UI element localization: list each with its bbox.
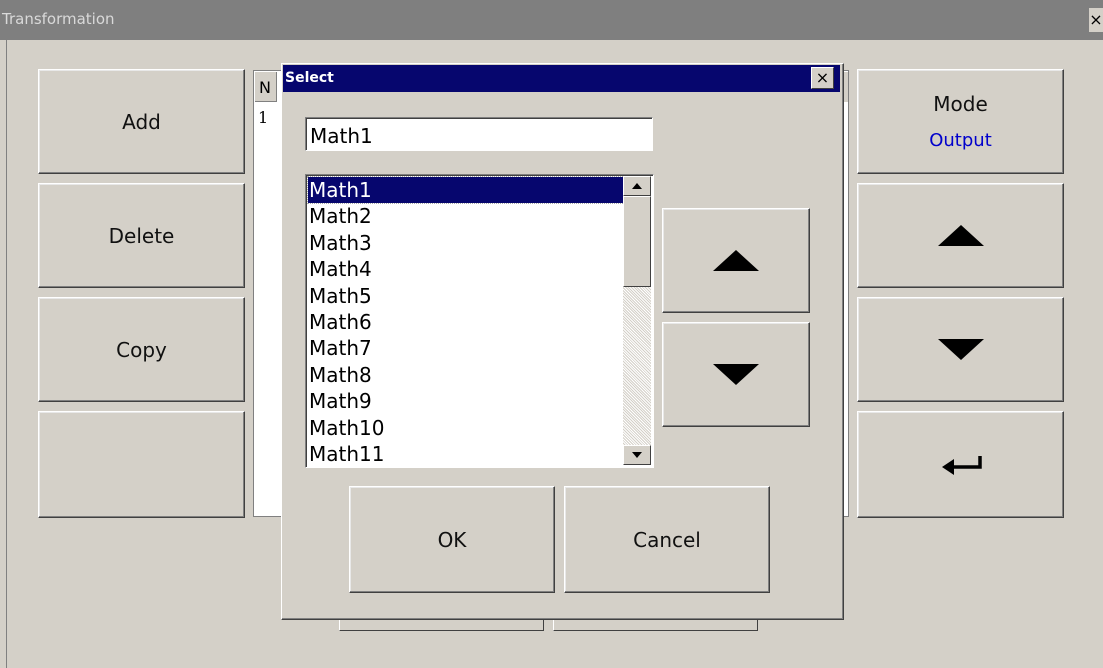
list-item[interactable]: Math10: [308, 415, 626, 441]
scroll-up-icon: [632, 183, 642, 189]
list-scrollbar[interactable]: [623, 176, 651, 465]
enter-return-icon: [941, 455, 982, 475]
table-row[interactable]: 1: [258, 108, 268, 127]
window-title: Transformation: [2, 10, 115, 28]
close-icon: ×: [1089, 10, 1103, 29]
dialog-close-button[interactable]: ×: [811, 67, 834, 89]
dialog-title: Select: [285, 70, 334, 86]
list-item[interactable]: Math11: [308, 441, 626, 467]
delete-button[interactable]: Delete: [38, 183, 245, 288]
delete-button-label: Delete: [108, 223, 175, 248]
list-item[interactable]: Math3: [308, 230, 626, 256]
cancel-button-label: Cancel: [633, 527, 701, 552]
add-button-label: Add: [122, 109, 161, 134]
list-items: Math1 Math2 Math3 Math4 Math5 Math6 Math…: [307, 175, 627, 467]
arrow-down-icon: [937, 339, 984, 360]
close-icon: ×: [815, 68, 830, 87]
scrollbar-thumb[interactable]: [623, 196, 651, 287]
arrow-down-icon: [713, 364, 759, 385]
list-item[interactable]: Math2: [308, 203, 626, 229]
scroll-up-button[interactable]: [623, 176, 651, 196]
add-button[interactable]: Add: [38, 69, 245, 174]
selection-input-value: Math1: [310, 124, 373, 148]
dialog-up-button[interactable]: [662, 208, 810, 313]
cancel-button[interactable]: Cancel: [564, 486, 770, 593]
mode-value: Output: [929, 130, 992, 151]
list-item[interactable]: Math5: [308, 283, 626, 309]
blank-button[interactable]: [38, 411, 245, 518]
column-header-label: N: [259, 78, 271, 97]
window-close-button[interactable]: ×: [1089, 8, 1103, 32]
dialog-title-bar: Select: [283, 65, 840, 92]
enter-button[interactable]: [857, 411, 1064, 518]
list-item[interactable]: Math4: [308, 256, 626, 282]
scroll-down-button[interactable]: [623, 445, 651, 465]
ok-button-label: OK: [437, 527, 467, 552]
move-up-button[interactable]: [857, 183, 1064, 288]
list-item[interactable]: Math7: [308, 335, 626, 361]
dialog-down-button[interactable]: [662, 322, 810, 427]
math-listbox[interactable]: Math1 Math2 Math3 Math4 Math5 Math6 Math…: [305, 174, 654, 468]
copy-button-label: Copy: [116, 337, 167, 362]
arrow-up-icon: [937, 225, 984, 246]
scroll-down-icon: [632, 452, 642, 458]
copy-button[interactable]: Copy: [38, 297, 245, 402]
mode-label: Mode: [933, 92, 988, 116]
list-item[interactable]: Math1: [307, 175, 627, 205]
selection-input[interactable]: Math1: [305, 117, 653, 151]
table-column-header[interactable]: N: [255, 72, 277, 102]
row-number: 1: [258, 108, 269, 127]
list-item[interactable]: Math9: [308, 388, 626, 414]
mode-button[interactable]: Mode Output: [857, 69, 1064, 174]
move-down-button[interactable]: [857, 297, 1064, 402]
ok-button[interactable]: OK: [349, 486, 555, 593]
list-item[interactable]: Math8: [308, 362, 626, 388]
window-title-bar: Transformation: [0, 0, 1103, 40]
arrow-up-icon: [713, 250, 759, 271]
list-item[interactable]: Math6: [308, 309, 626, 335]
